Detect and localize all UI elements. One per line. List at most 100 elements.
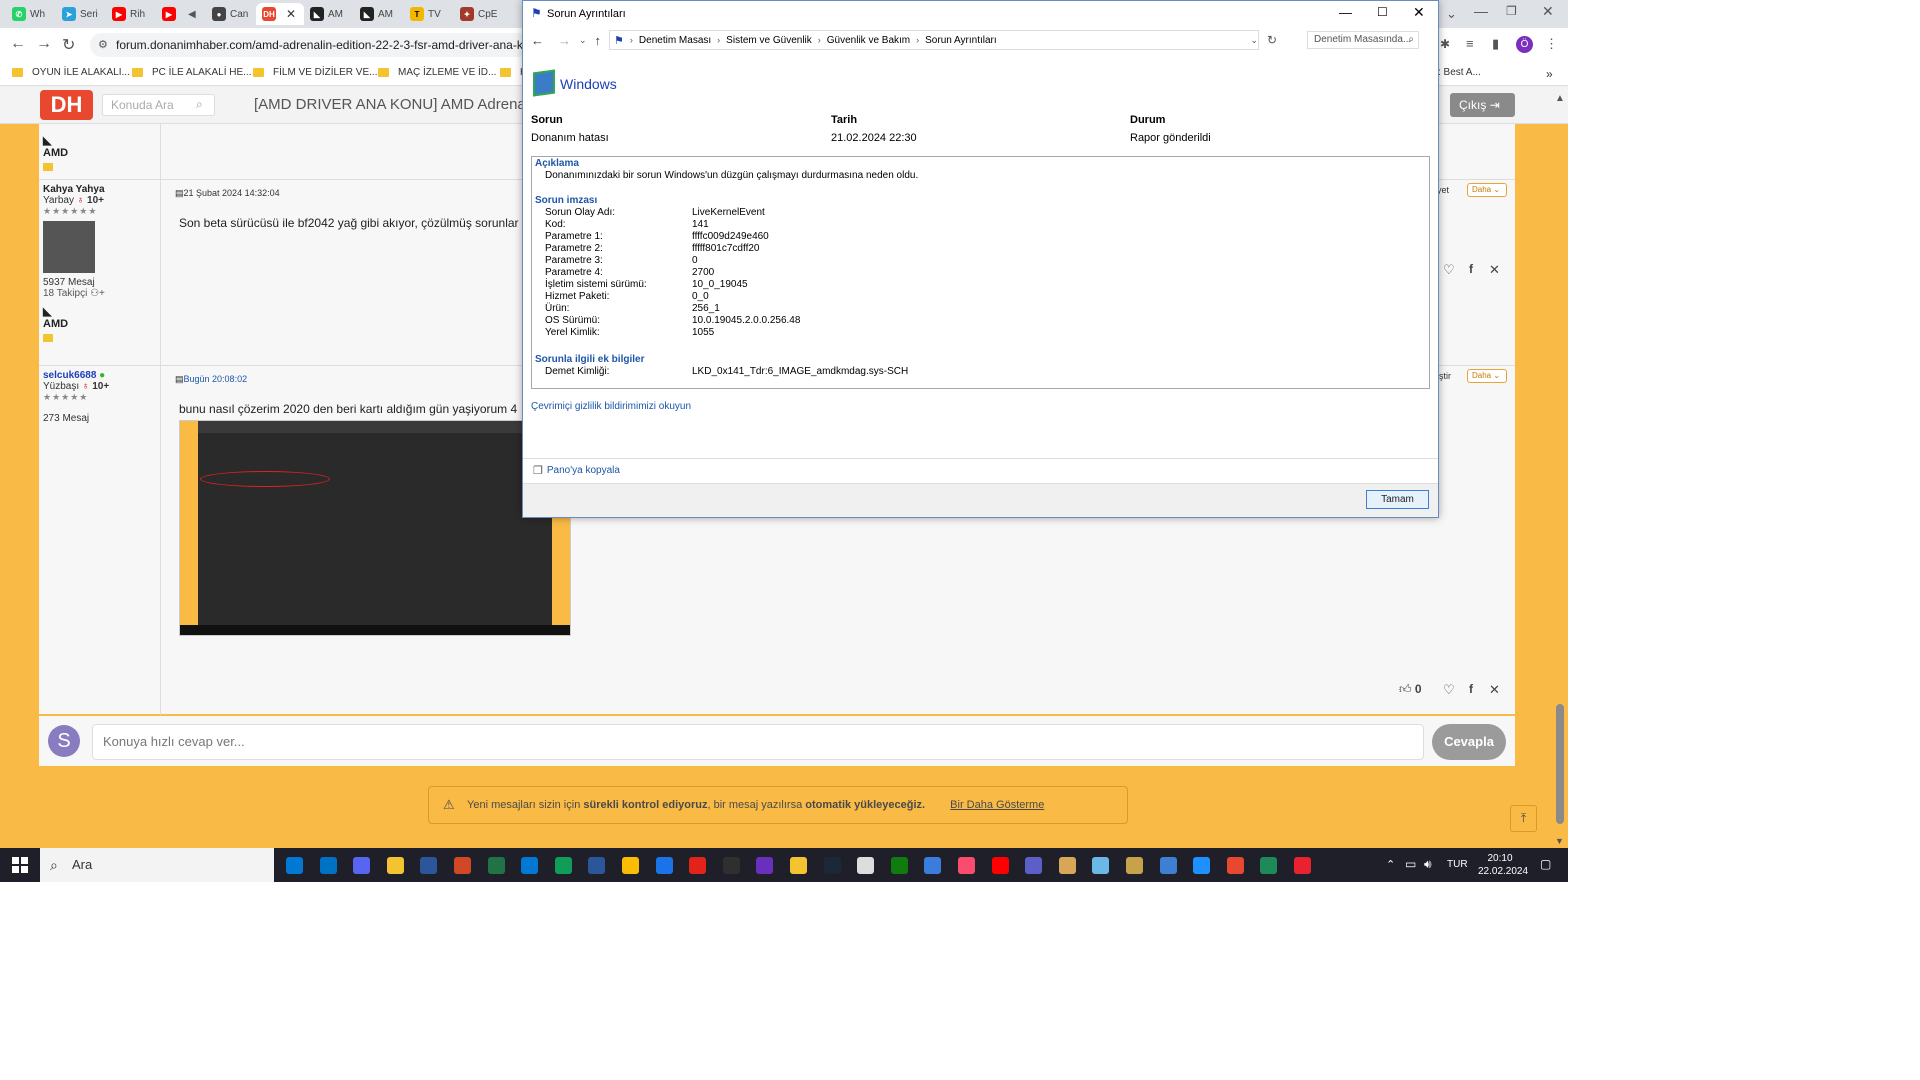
taskbar-app-icon[interactable] xyxy=(420,857,438,874)
taskbar-app-icon[interactable] xyxy=(487,857,505,874)
forward-icon[interactable]: → xyxy=(36,35,52,53)
taskbar-app-icon[interactable] xyxy=(588,857,606,874)
minimize-icon[interactable]: — xyxy=(1474,3,1488,19)
facebook-share-icon[interactable]: f xyxy=(1469,262,1473,276)
ok-button[interactable]: Tamam xyxy=(1366,490,1429,509)
profile-avatar[interactable]: Ö xyxy=(1516,36,1533,53)
follow-user-icon[interactable]: ⚇+ xyxy=(90,288,105,299)
tab-muted[interactable]: ◀ xyxy=(188,3,210,25)
tab-youtube-2[interactable]: ▶ xyxy=(162,3,184,25)
taskbar-app-icon[interactable] xyxy=(353,857,371,874)
taskbar-app-icon[interactable] xyxy=(1193,857,1211,874)
start-button[interactable] xyxy=(12,857,28,873)
taskbar-app-icon[interactable] xyxy=(286,857,303,874)
address-bar[interactable]: ⚙ forum.donanimhaber.com/amd-adrenalin-e… xyxy=(90,33,530,57)
more-button[interactable]: Daha ⌄ xyxy=(1467,369,1507,383)
scroll-down-arrow-icon[interactable]: ▼ xyxy=(1555,836,1564,846)
extensions-icon[interactable]: ✱ xyxy=(1440,37,1450,51)
taskbar-app-icon[interactable] xyxy=(554,857,572,874)
x-share-icon[interactable]: ✕ xyxy=(1489,682,1500,698)
clock[interactable]: 20:10 22.02.2024 xyxy=(1478,852,1528,878)
media-icon[interactable]: ≡ xyxy=(1466,36,1474,51)
donanimhaber-logo[interactable]: DH xyxy=(40,90,93,120)
taskbar-app-icon[interactable] xyxy=(521,857,539,874)
breadcrumb-problem-details[interactable]: Sorun Ayrıntıları xyxy=(925,35,997,46)
taskbar-app-icon[interactable] xyxy=(756,857,774,874)
back-icon[interactable]: ← xyxy=(531,33,544,48)
post-username[interactable]: selcuk6688 ● xyxy=(43,370,156,381)
taskbar-app-icon[interactable] xyxy=(958,857,975,874)
more-bookmarks-icon[interactable]: » xyxy=(1546,67,1553,81)
facebook-share-icon[interactable]: f xyxy=(1469,682,1473,696)
taskbar-app-icon[interactable] xyxy=(689,857,707,874)
address-dropdown-icon[interactable]: ⌄ xyxy=(1251,35,1259,46)
recent-chevron-down-icon[interactable]: ⌄ xyxy=(579,35,587,46)
taskbar-app-icon[interactable] xyxy=(924,857,942,874)
taskbar-app-icon[interactable] xyxy=(1260,857,1278,874)
user-avatar[interactable] xyxy=(43,221,95,273)
side-panel-icon[interactable]: ▮ xyxy=(1492,36,1499,52)
tray-overflow-icon[interactable]: ⌃ xyxy=(1386,858,1395,871)
back-icon[interactable]: ← xyxy=(10,35,26,53)
taskbar-search[interactable]: ⌕ Ara xyxy=(40,848,274,882)
close-window-icon[interactable]: ✕ xyxy=(1542,3,1554,20)
attached-screenshot[interactable] xyxy=(179,420,571,636)
tab-youtube[interactable]: ▶ Rih xyxy=(112,3,152,25)
x-share-icon[interactable]: ✕ xyxy=(1489,262,1500,278)
scroll-to-top-button[interactable]: ⤒ xyxy=(1510,805,1537,832)
page-scrollbar-thumb[interactable] xyxy=(1556,704,1564,824)
notifications-icon[interactable]: ▢ xyxy=(1540,857,1551,871)
up-icon[interactable]: ↑ xyxy=(595,33,602,48)
tab-donanimhaber-active[interactable]: DH ✕ xyxy=(256,3,304,25)
tab-tv[interactable]: T TV xyxy=(410,3,452,25)
favorite-heart-icon[interactable]: ♡ xyxy=(1443,262,1455,278)
menu-icon[interactable]: ⋮ xyxy=(1545,36,1558,52)
post-action-label[interactable]: iştir xyxy=(1437,371,1451,381)
taskbar-app-icon[interactable] xyxy=(655,857,673,874)
taskbar-app-icon[interactable] xyxy=(319,857,337,874)
maximize-icon[interactable]: ☐ xyxy=(1377,5,1388,19)
bookmark-folder-pc[interactable]: PC İLE ALAKALİ HE... xyxy=(132,67,252,78)
dont-show-again-link[interactable]: Bir Daha Gösterme xyxy=(950,799,1044,811)
close-tab-icon[interactable]: ✕ xyxy=(286,7,296,21)
taskbar-app-icon[interactable] xyxy=(1025,857,1043,874)
taskbar-app-icon[interactable] xyxy=(823,857,841,874)
reply-button[interactable]: Cevapla xyxy=(1432,724,1506,760)
taskbar-app-icon[interactable] xyxy=(1058,857,1076,874)
tab-can[interactable]: ● Can xyxy=(212,3,252,25)
tab-whatsapp[interactable]: ✆ Wh xyxy=(12,3,52,25)
like-button[interactable]: 👍︎ 0 xyxy=(1399,682,1422,697)
volume-icon[interactable]: 🔊︎ xyxy=(1424,857,1432,872)
favorite-heart-icon[interactable]: ♡ xyxy=(1443,682,1455,698)
tab-search-icon[interactable]: ⌄ xyxy=(1446,6,1457,22)
reload-icon[interactable]: ↻ xyxy=(62,35,75,55)
taskbar-app-icon[interactable] xyxy=(722,857,740,874)
taskbar-app-icon[interactable] xyxy=(1226,857,1244,874)
privacy-statement-link[interactable]: Çevrimiçi gizlilik bildirimimizi okuyun xyxy=(531,401,691,412)
taskbar-app-icon[interactable] xyxy=(857,857,875,874)
copy-to-clipboard-link[interactable]: ❐ Pano'ya kopyala xyxy=(533,464,620,477)
taskbar-app-icon[interactable] xyxy=(991,857,1009,874)
control-panel-search[interactable]: Denetim Masasında... ⌕ xyxy=(1307,31,1419,49)
network-icon[interactable]: ▭ xyxy=(1405,857,1416,871)
taskbar-app-icon[interactable] xyxy=(386,857,404,874)
taskbar-app-icon[interactable] xyxy=(1092,857,1110,874)
forward-icon[interactable]: → xyxy=(558,33,571,48)
language-indicator[interactable]: TUR xyxy=(1447,859,1468,870)
taskbar-app-icon[interactable] xyxy=(890,857,908,874)
bookmark-best[interactable]: : Best A... xyxy=(1438,67,1481,78)
taskbar-app-icon[interactable] xyxy=(622,857,639,874)
post-username[interactable]: Kahya Yahya xyxy=(43,184,156,195)
breadcrumb-system-security[interactable]: Sistem ve Güvenlik xyxy=(726,35,812,46)
breadcrumb-control-panel[interactable]: Denetim Masası xyxy=(639,35,711,46)
breadcrumb-security-maintenance[interactable]: Güvenlik ve Bakım xyxy=(827,35,910,46)
tab-telegram[interactable]: ➤ Seri xyxy=(62,3,102,25)
taskbar-app-icon[interactable] xyxy=(454,857,471,874)
tab-amd-2[interactable]: ◣ AM xyxy=(360,3,402,25)
tab-amd-1[interactable]: ◣ AM xyxy=(310,3,352,25)
bookmark-folder-film[interactable]: FİLM VE DİZİLER VE... xyxy=(253,67,377,78)
taskbar-app-icon[interactable] xyxy=(1159,857,1177,874)
restore-icon[interactable]: ❐ xyxy=(1506,4,1517,18)
site-info-icon[interactable]: ⚙ xyxy=(98,33,108,57)
tab-cpe[interactable]: ✦ CpE xyxy=(460,3,502,25)
